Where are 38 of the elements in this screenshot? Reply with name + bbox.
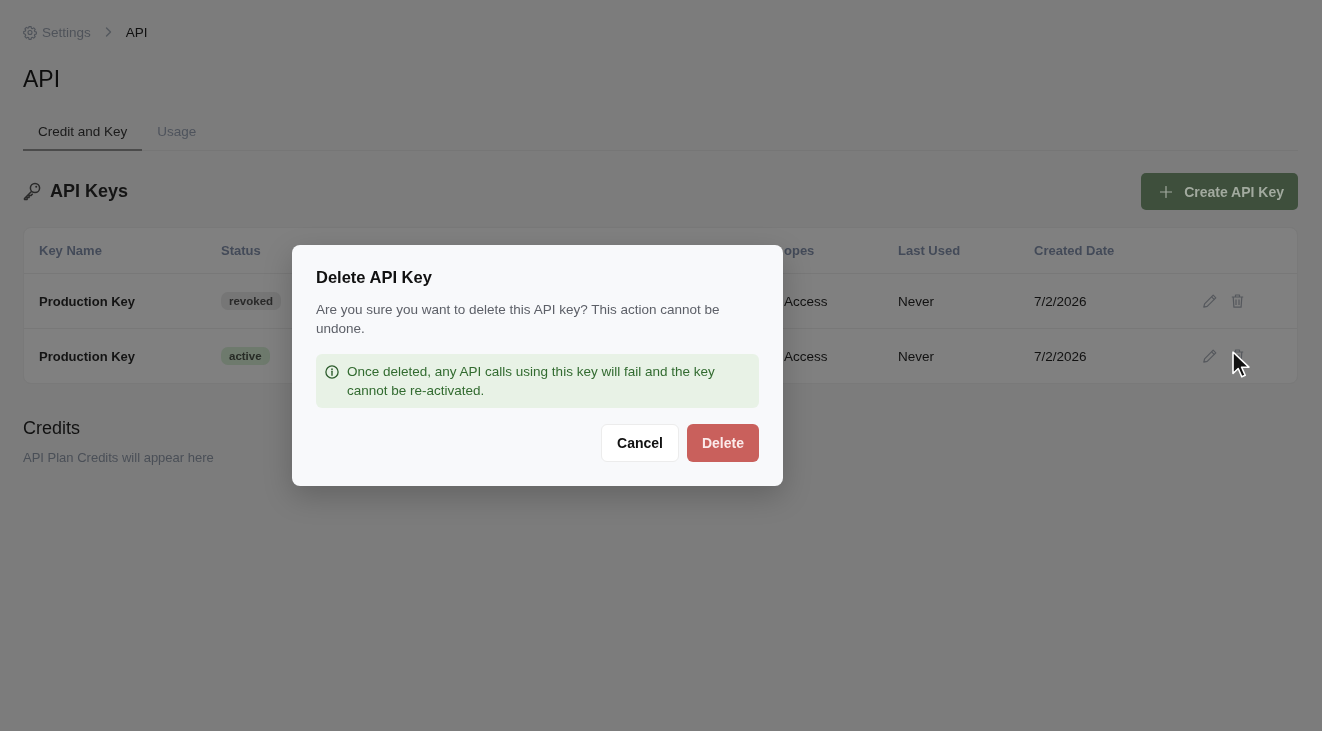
table-cell-text: 7/2/2026	[1034, 293, 1088, 309]
delete-button[interactable]: Delete	[686, 424, 759, 462]
status-label: active	[221, 347, 270, 365]
column-header: Key Name	[39, 243, 103, 258]
table-cell-text: Never	[898, 348, 935, 364]
column-header: Status	[221, 243, 262, 258]
page-title: API	[23, 65, 61, 94]
table-cell-text: Never	[898, 293, 935, 309]
chevron-icon	[104, 27, 112, 37]
edit-button[interactable]	[1203, 349, 1217, 363]
table-cell-text: Access	[784, 348, 829, 364]
info-icon	[325, 365, 339, 379]
delete-button[interactable]	[1231, 294, 1244, 308]
create-api-key-button[interactable]: Create API Key	[1141, 173, 1298, 210]
pencil-icon	[1203, 349, 1217, 363]
table-cell-text: Access	[784, 293, 829, 309]
cursor-icon	[1232, 351, 1251, 379]
edit-button[interactable]	[1203, 294, 1217, 308]
table-cell-text: Production Key	[39, 348, 137, 364]
column-header: opes	[784, 243, 816, 258]
status-label: revoked	[221, 292, 282, 310]
dialog-message: Are you sure you want to delete this API key? This action cannot be undone.	[316, 301, 721, 338]
trash-icon	[1231, 294, 1244, 308]
notice-text: Once deleted, any API calls using this key will fail and the key cannot be re-activated.	[347, 363, 716, 400]
settings-icon	[23, 24, 37, 40]
column-header: Created Date	[1034, 243, 1116, 258]
pencil-icon	[1203, 294, 1217, 308]
table-cell-text: 7/2/2026	[1034, 348, 1088, 364]
table-cell-text: Production Key	[39, 293, 137, 309]
column-header: Last Used	[898, 243, 962, 258]
cancel-button[interactable]: Cancel	[601, 424, 679, 462]
section-title: Credits	[23, 417, 80, 440]
dialog-title: Delete API Key	[316, 267, 433, 288]
section-title: API Keys	[50, 181, 129, 202]
key-icon	[23, 182, 41, 201]
tab[interactable]: Credit and Key	[23, 114, 143, 151]
breadcrumb-current: API	[125, 24, 148, 40]
plus-icon	[1160, 185, 1173, 198]
